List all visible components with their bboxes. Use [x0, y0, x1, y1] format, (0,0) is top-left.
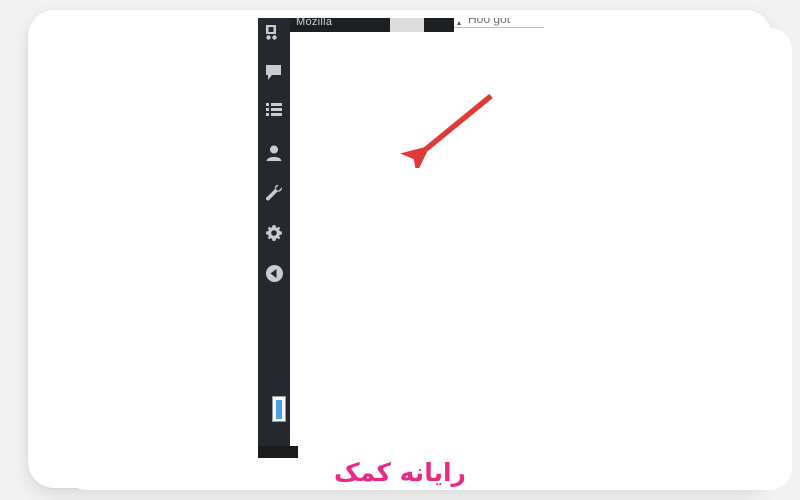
bullet-icon	[457, 21, 461, 25]
sidebar-item-list[interactable]	[258, 96, 290, 126]
sidebar-item-account[interactable]	[258, 138, 290, 168]
app-header-right-text: Hoo got	[468, 18, 511, 26]
wrench-icon	[265, 184, 283, 202]
dashboard-icon	[265, 24, 283, 42]
taskbar-chip-button[interactable]	[272, 396, 286, 422]
sidebar-item-tools[interactable]	[258, 178, 290, 208]
sidebar-item-dashboard[interactable]	[258, 18, 290, 48]
app-title-text: Mozilla	[296, 18, 333, 28]
gear-icon	[266, 225, 282, 241]
app-title-bar-button[interactable]	[390, 18, 424, 32]
header-rule-divider	[454, 27, 544, 28]
list-icon	[266, 103, 282, 119]
taskbar-chip-indicator	[276, 400, 282, 419]
sidebar-item-settings[interactable]	[258, 218, 290, 248]
user-icon	[266, 145, 282, 161]
sidebar-icon-rail	[258, 18, 290, 446]
chat-bubble-icon	[265, 65, 283, 81]
watermark-text: رایانه کمک	[334, 458, 467, 487]
rail-bottom-bar	[258, 446, 298, 458]
sidebar-item-messages[interactable]	[258, 58, 290, 88]
app-page-body	[290, 32, 544, 446]
screen-capture-region: Mozilla Hoo got	[258, 18, 544, 458]
app-header-right-cluster: Hoo got	[454, 18, 544, 32]
screenshot-root: Mozilla Hoo got رایانه کمک	[0, 0, 800, 500]
collapse-left-icon	[265, 264, 283, 282]
sidebar-item-collapse[interactable]	[258, 258, 290, 288]
